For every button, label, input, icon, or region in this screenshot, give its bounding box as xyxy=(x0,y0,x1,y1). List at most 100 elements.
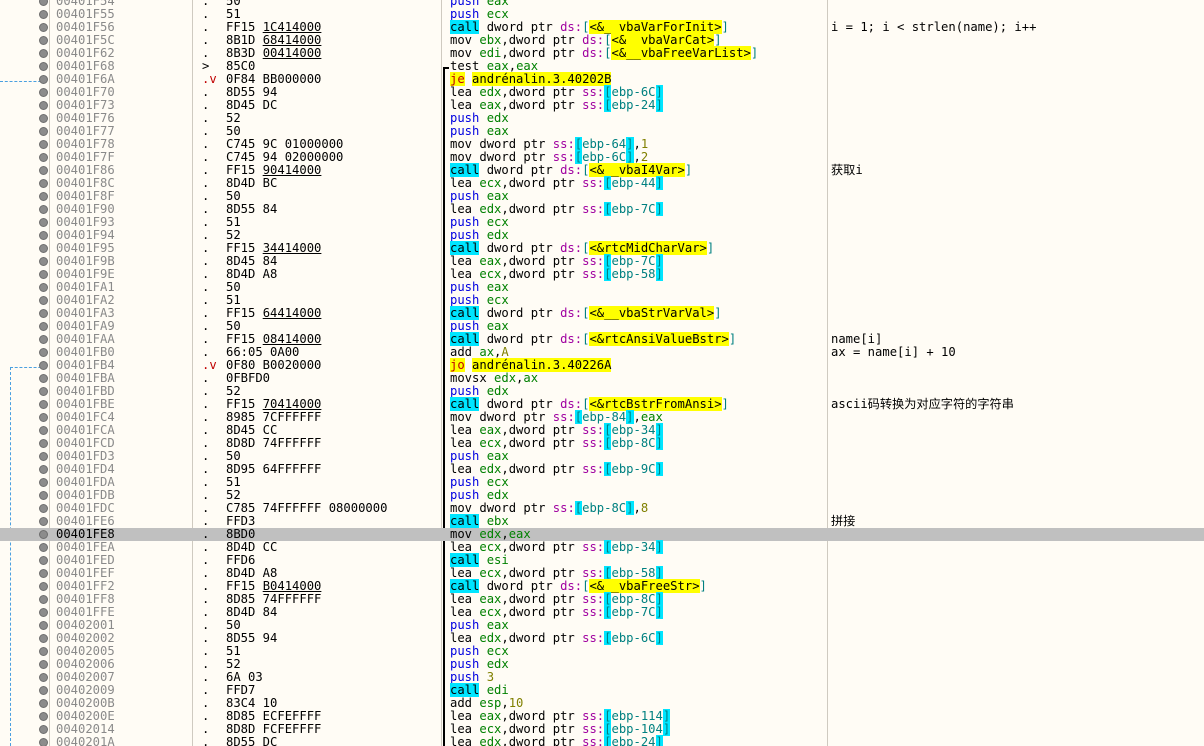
breakpoint-dot[interactable] xyxy=(39,621,48,630)
instruction-row[interactable]: 00402009. FFD7 call edi xyxy=(0,683,1204,697)
instruction-row[interactable]: 00401FDC. C785 74FFFFFF 08000000 mov dword… xyxy=(0,501,1204,515)
breakpoint-dot[interactable] xyxy=(39,478,48,487)
breakpoint-dot[interactable] xyxy=(39,712,48,721)
instruction-row[interactable]: 00401F62. 8B3D 00414000 mov edi,dword ptr … xyxy=(0,46,1204,60)
breakpoint-dot[interactable] xyxy=(39,725,48,734)
breakpoint-dot[interactable] xyxy=(39,582,48,591)
memory-operand: ebp-58 xyxy=(611,267,656,281)
disassembly-view[interactable]: 00401F54. 50 push eax 00401F55. 51 push ecx 00… xyxy=(0,0,1204,746)
breakpoint-dot[interactable] xyxy=(39,322,48,331)
breakpoint-dot[interactable] xyxy=(39,88,48,97)
breakpoint-dot[interactable] xyxy=(39,491,48,500)
breakpoint-dot[interactable] xyxy=(39,608,48,617)
breakpoint-dot[interactable] xyxy=(39,257,48,266)
breakpoint-dot[interactable] xyxy=(39,439,48,448)
instruction-row[interactable]: 00401FCD. 8D8D 74FFFFFF lea ecx,dword ptr … xyxy=(0,436,1204,450)
segment: ss xyxy=(582,709,597,723)
instruction-row[interactable]: 00401F9E. 8D4D A8 lea ecx,dword ptr ss:[eb… xyxy=(0,267,1204,281)
breakpoint-dot[interactable] xyxy=(39,361,48,370)
breakpoint-dot[interactable] xyxy=(39,387,48,396)
breakpoint-dot[interactable] xyxy=(39,374,48,383)
instruction-row[interactable]: 00401F76. 52 push edx xyxy=(0,112,1204,125)
register: eax xyxy=(479,254,502,268)
instruction-row[interactable]: 00402002. 8D55 94 lea edx,dword ptr ss:[eb… xyxy=(0,631,1204,645)
breakpoint-dot[interactable] xyxy=(39,270,48,279)
memory-operand: ebp-6C xyxy=(582,150,627,164)
breakpoint-dot[interactable] xyxy=(39,543,48,552)
breakpoint-dot[interactable] xyxy=(39,0,48,6)
keyword: ptr xyxy=(530,332,553,346)
breakpoint-dot[interactable] xyxy=(39,49,48,58)
instruction-row[interactable]: 0040201A. 8D55 DC lea edx,dword ptr ss:[eb… xyxy=(0,735,1204,746)
breakpoint-dot[interactable] xyxy=(39,426,48,435)
breakpoint-dot[interactable] xyxy=(39,140,48,149)
breakpoint-dot[interactable] xyxy=(39,556,48,565)
breakpoint-dot[interactable] xyxy=(39,504,48,513)
instruction-row[interactable]: 00401F90. 8D55 84 lea edx,dword ptr ss:[eb… xyxy=(0,202,1204,216)
breakpoint-dot[interactable] xyxy=(39,153,48,162)
keyword: dword xyxy=(508,85,546,99)
breakpoint-dot[interactable] xyxy=(39,309,48,318)
keyword: ptr xyxy=(552,462,575,476)
instruction-row[interactable]: 00401F93. 51 push ecx xyxy=(0,216,1204,229)
instruction-row[interactable]: 00401FA3. FF15 64414000 call dword ptr ds:… xyxy=(0,306,1204,320)
breakpoint-dot[interactable] xyxy=(39,634,48,643)
instruction-row[interactable]: 00402007. 6A 03 push 3 xyxy=(0,671,1204,684)
breakpoint-dot[interactable] xyxy=(39,205,48,214)
register: ebx xyxy=(479,33,502,47)
breakpoint-dot[interactable] xyxy=(39,62,48,71)
breakpoint-dot[interactable] xyxy=(39,400,48,409)
breakpoint-dot[interactable] xyxy=(39,569,48,578)
breakpoint-dot[interactable] xyxy=(39,413,48,422)
breakpoint-dot[interactable] xyxy=(39,660,48,669)
comma: , xyxy=(501,709,509,723)
instruction-row[interactable]: 00401F8C. 8D4D BC lea ecx,dword ptr ss:[eb… xyxy=(0,176,1204,190)
breakpoint-dot[interactable] xyxy=(39,283,48,292)
instruction-row[interactable]: 00401FEA. 8D4D CC lea ecx,dword ptr ss:[eb… xyxy=(0,540,1204,554)
breakpoint-dot[interactable] xyxy=(39,166,48,175)
breakpoint-dot[interactable] xyxy=(39,595,48,604)
breakpoint-dot[interactable] xyxy=(39,647,48,656)
breakpoint-dot[interactable] xyxy=(39,231,48,240)
breakpoint-dot[interactable] xyxy=(39,452,48,461)
instruction-row[interactable]: 00401FAA. FF15 08414000 call dword ptr ds:… xyxy=(0,332,1204,346)
breakpoint-dot[interactable] xyxy=(39,244,48,253)
immediate: A xyxy=(501,345,509,359)
comma: , xyxy=(501,462,509,476)
breakpoint-dot[interactable] xyxy=(39,699,48,708)
breakpoint-dot[interactable] xyxy=(39,686,48,695)
instruction-row[interactable]: 00401FDA. 51 push ecx xyxy=(0,476,1204,489)
instruction-row[interactable]: 00402005. 51 push ecx xyxy=(0,645,1204,658)
breakpoint-dot[interactable] xyxy=(39,36,48,45)
register: edx xyxy=(494,371,517,385)
breakpoint-dot[interactable] xyxy=(39,10,48,19)
instruction-row[interactable]: 00401FE6. FFD3 call ebx 拼接 xyxy=(0,514,1204,528)
breakpoint-dot[interactable] xyxy=(39,179,48,188)
instruction-row[interactable]: 00401FBA. 0FBFD0 movsx edx,ax xyxy=(0,372,1204,385)
instruction-row[interactable]: 00401F73. 8D45 DC lea eax,dword ptr ss:[eb… xyxy=(0,98,1204,112)
breakpoint-dot[interactable] xyxy=(39,348,48,357)
breakpoint-dot[interactable] xyxy=(39,23,48,32)
breakpoint-dot[interactable] xyxy=(39,75,48,84)
breakpoint-dot[interactable] xyxy=(39,192,48,201)
instruction-row[interactable]: 00401FA1. 50 push eax xyxy=(0,281,1204,294)
breakpoint-dot[interactable] xyxy=(39,738,48,746)
instruction-row[interactable]: 00402006. 52 push edx xyxy=(0,658,1204,671)
breakpoint-dot[interactable] xyxy=(39,127,48,136)
instruction-row[interactable]: 00401F54. 50 push eax xyxy=(0,0,1204,8)
memory-operand: ebp-114 xyxy=(611,709,663,723)
breakpoint-dot[interactable] xyxy=(39,335,48,344)
breakpoint-dot[interactable] xyxy=(39,530,48,539)
breakpoint-dot[interactable] xyxy=(39,296,48,305)
instruction-row[interactable]: 00401FD4. 8D95 64FFFFFF lea edx,dword ptr … xyxy=(0,462,1204,476)
instruction-row[interactable]: 00401FFE. 8D4D 84 lea ecx,dword ptr ss:[eb… xyxy=(0,605,1204,619)
breakpoint-dot[interactable] xyxy=(39,673,48,682)
breakpoint-dot[interactable] xyxy=(39,114,48,123)
bracket: ] xyxy=(655,267,663,281)
opcode-address: 00414000 xyxy=(262,46,322,60)
breakpoint-dot[interactable] xyxy=(39,517,48,526)
breakpoint-dot[interactable] xyxy=(39,101,48,110)
breakpoint-dot[interactable] xyxy=(39,218,48,227)
instruction-row[interactable]: 00401FB4 .v 0F80 B0020000 jo andrénalin.3.4… xyxy=(0,358,1204,372)
breakpoint-dot[interactable] xyxy=(39,465,48,474)
